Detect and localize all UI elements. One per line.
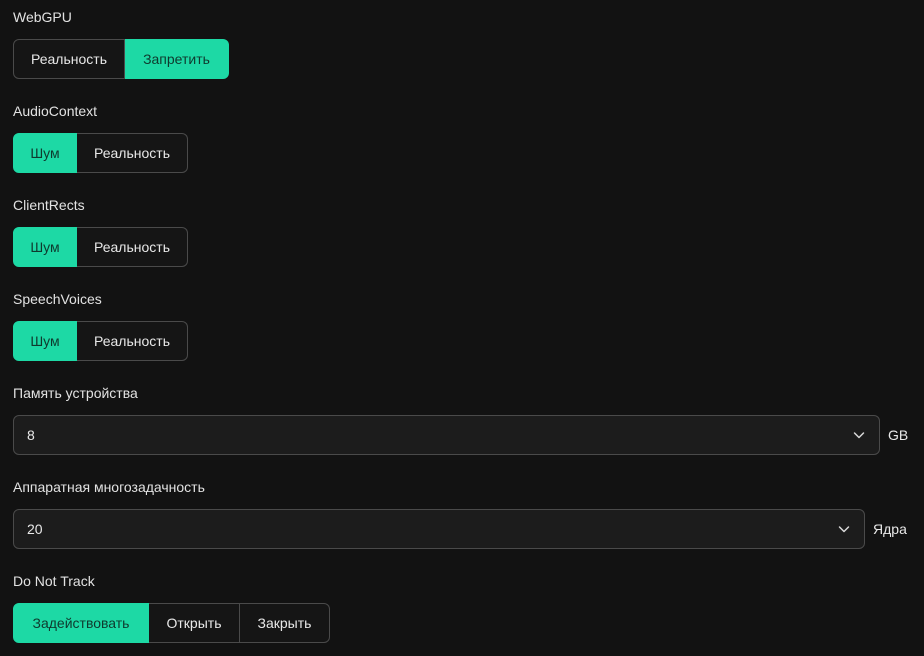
- do-not-track-section: Do Not Track Задействовать Открыть Закры…: [13, 572, 330, 643]
- device-memory-unit: GB: [888, 427, 909, 443]
- do-not-track-option-close[interactable]: Закрыть: [240, 603, 330, 643]
- speechvoices-toggle-group: Шум Реальность: [13, 321, 188, 361]
- hardware-concurrency-select[interactable]: 20: [13, 509, 865, 549]
- webgpu-section: WebGPU Реальность Запретить: [13, 8, 229, 79]
- hardware-concurrency-value: 20: [27, 521, 43, 537]
- device-memory-value: 8: [27, 427, 35, 443]
- clientrects-toggle-group: Шум Реальность: [13, 227, 188, 267]
- clientrects-option-reality[interactable]: Реальность: [77, 227, 188, 267]
- audiocontext-label: AudioContext: [13, 103, 98, 119]
- do-not-track-option-open[interactable]: Открыть: [149, 603, 240, 643]
- clientrects-option-noise[interactable]: Шум: [13, 227, 77, 267]
- hardware-concurrency-section: Аппаратная многозадачность 20 Ядра: [13, 478, 907, 549]
- clientrects-section: ClientRects Шум Реальность: [13, 196, 188, 267]
- audiocontext-option-reality[interactable]: Реальность: [77, 133, 188, 173]
- clientrects-label: ClientRects: [13, 197, 85, 213]
- chevron-down-icon: [838, 526, 850, 533]
- device-memory-select[interactable]: 8: [13, 415, 880, 455]
- do-not-track-toggle-group: Задействовать Открыть Закрыть: [13, 603, 330, 643]
- speechvoices-label: SpeechVoices: [13, 291, 102, 307]
- speechvoices-option-reality[interactable]: Реальность: [77, 321, 188, 361]
- webgpu-toggle-group: Реальность Запретить: [13, 39, 229, 79]
- webgpu-option-reality[interactable]: Реальность: [13, 39, 125, 79]
- speechvoices-section: SpeechVoices Шум Реальность: [13, 290, 188, 361]
- webgpu-label: WebGPU: [13, 9, 72, 25]
- device-memory-label: Память устройства: [13, 385, 138, 401]
- do-not-track-option-enable[interactable]: Задействовать: [13, 603, 149, 643]
- speechvoices-option-noise[interactable]: Шум: [13, 321, 77, 361]
- do-not-track-label: Do Not Track: [13, 573, 95, 589]
- audiocontext-toggle-group: Шум Реальность: [13, 133, 188, 173]
- webgpu-option-block[interactable]: Запретить: [125, 39, 229, 79]
- chevron-down-icon: [853, 432, 865, 439]
- device-memory-section: Память устройства 8 GB: [13, 384, 908, 455]
- audiocontext-option-noise[interactable]: Шум: [13, 133, 77, 173]
- hardware-concurrency-unit: Ядра: [873, 521, 907, 537]
- hardware-concurrency-label: Аппаратная многозадачность: [13, 479, 205, 495]
- audiocontext-section: AudioContext Шум Реальность: [13, 102, 188, 173]
